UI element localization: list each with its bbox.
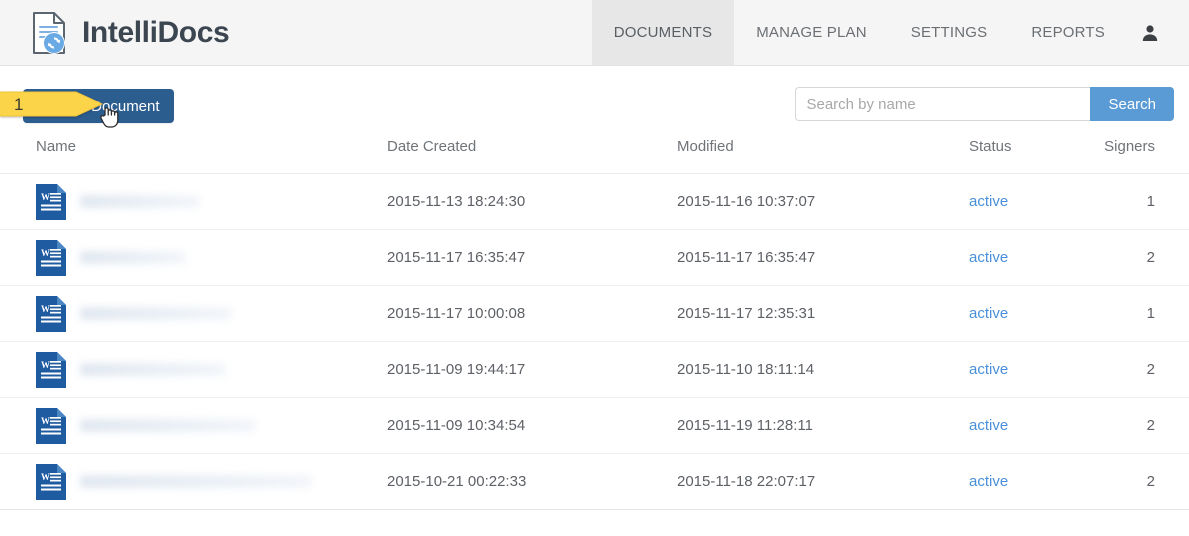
svg-text:W: W	[41, 304, 50, 314]
status-link[interactable]: active	[969, 305, 1008, 322]
document-name-redacted	[80, 251, 186, 264]
table-header-row: Name Date Created Modified Status Signer…	[0, 138, 1189, 174]
word-document-icon: W	[36, 407, 66, 444]
cell-date-created: 2015-11-17 16:35:47	[387, 229, 677, 286]
cell-document-name[interactable]: W	[0, 229, 387, 286]
search-group: Search	[795, 87, 1174, 121]
document-name-redacted	[80, 475, 312, 488]
svg-text:W: W	[41, 416, 50, 426]
brand-logo-area[interactable]: IntelliDocs	[0, 0, 230, 65]
brand-name: IntelliDocs	[82, 15, 230, 49]
table-row[interactable]: W 2015-11-09 10:34:54 2015-11-19 11:28:11…	[0, 397, 1189, 454]
cell-date-created: 2015-11-13 18:24:30	[387, 173, 677, 230]
cell-date-created: 2015-10-21 00:22:33	[387, 453, 677, 510]
word-document-icon: W	[36, 351, 66, 388]
cell-status[interactable]: active	[969, 229, 1079, 286]
cell-date-created: 2015-11-09 10:34:54	[387, 397, 677, 454]
table-header: Name Date Created Modified Status Signer…	[0, 138, 1189, 174]
cell-date-created: 2015-11-09 19:44:17	[387, 341, 677, 398]
cell-signers: 1	[1079, 173, 1189, 230]
nav-item-reports[interactable]: REPORTS	[1009, 0, 1127, 65]
table-row[interactable]: W 2015-10-21 00:22:33 2015-11-18 22:07:17…	[0, 453, 1189, 510]
cell-modified: 2015-11-10 18:11:14	[677, 341, 969, 398]
svg-text:W: W	[41, 360, 50, 370]
nav-item-settings[interactable]: SETTINGS	[889, 0, 1010, 65]
column-header-name[interactable]: Name	[0, 138, 387, 174]
documents-toolbar: New Document Search	[0, 66, 1189, 138]
cell-document-name[interactable]: W	[0, 453, 387, 510]
word-document-icon: W	[36, 239, 66, 276]
new-document-label: New Document	[57, 97, 160, 115]
documents-page: IntelliDocs DOCUMENTS MANAGE PLAN SETTIN…	[0, 0, 1189, 536]
cell-signers: 2	[1079, 341, 1189, 398]
cell-document-name[interactable]: W	[0, 285, 387, 342]
nav-links: DOCUMENTS MANAGE PLAN SETTINGS REPORTS	[591, 0, 1189, 65]
new-document-button[interactable]: New Document	[23, 89, 174, 123]
cell-status[interactable]: active	[969, 453, 1079, 510]
table-body: W 2015-11-13 18:24:30 2015-11-16 10:37:07…	[0, 173, 1189, 510]
table-row[interactable]: W 2015-11-17 10:00:08 2015-11-17 12:35:31…	[0, 285, 1189, 342]
table-row[interactable]: W 2015-11-17 16:35:47 2015-11-17 16:35:47…	[0, 229, 1189, 286]
status-link[interactable]: active	[969, 249, 1008, 266]
word-document-icon: W	[36, 295, 66, 332]
svg-text:W: W	[41, 472, 50, 482]
cell-date-created: 2015-11-17 10:00:08	[387, 285, 677, 342]
table-row[interactable]: W 2015-11-13 18:24:30 2015-11-16 10:37:07…	[0, 173, 1189, 230]
cell-signers: 1	[1079, 285, 1189, 342]
cell-signers: 2	[1079, 397, 1189, 454]
word-document-icon: W	[36, 183, 66, 220]
nav-item-manage-plan[interactable]: MANAGE PLAN	[734, 0, 889, 65]
cell-modified: 2015-11-18 22:07:17	[677, 453, 969, 510]
search-input[interactable]	[795, 87, 1091, 121]
document-name-redacted	[80, 363, 226, 376]
cell-status[interactable]: active	[969, 285, 1079, 342]
search-button[interactable]: Search	[1090, 87, 1174, 121]
cell-modified: 2015-11-16 10:37:07	[677, 173, 969, 230]
cell-signers: 2	[1079, 453, 1189, 510]
documents-table-wrapper: Name Date Created Modified Status Signer…	[0, 138, 1189, 510]
word-document-icon: W	[36, 463, 66, 500]
new-document-icon	[35, 95, 50, 117]
svg-text:W: W	[41, 192, 50, 202]
cell-status[interactable]: active	[969, 397, 1079, 454]
document-name-redacted	[80, 419, 256, 432]
cell-signers: 2	[1079, 229, 1189, 286]
status-link[interactable]: active	[969, 417, 1008, 434]
status-link[interactable]: active	[969, 193, 1008, 210]
cell-document-name[interactable]: W	[0, 397, 387, 454]
cell-modified: 2015-11-19 11:28:11	[677, 397, 969, 454]
cell-modified: 2015-11-17 16:35:47	[677, 229, 969, 286]
documents-table: Name Date Created Modified Status Signer…	[0, 138, 1189, 510]
top-navigation-bar: IntelliDocs DOCUMENTS MANAGE PLAN SETTIN…	[0, 0, 1189, 66]
cell-status[interactable]: active	[969, 341, 1079, 398]
status-link[interactable]: active	[969, 361, 1008, 378]
document-sync-icon	[30, 10, 72, 56]
status-link[interactable]: active	[969, 473, 1008, 490]
cell-document-name[interactable]: W	[0, 173, 387, 230]
user-avatar-icon[interactable]	[1127, 0, 1175, 65]
cell-status[interactable]: active	[969, 173, 1079, 230]
column-header-status[interactable]: Status	[969, 138, 1079, 174]
document-name-redacted	[80, 195, 200, 208]
column-header-date-created[interactable]: Date Created	[387, 138, 677, 174]
column-header-modified[interactable]: Modified	[677, 138, 969, 174]
cell-modified: 2015-11-17 12:35:31	[677, 285, 969, 342]
column-header-signers[interactable]: Signers	[1079, 138, 1189, 174]
table-row[interactable]: W 2015-11-09 19:44:17 2015-11-10 18:11:14…	[0, 341, 1189, 398]
document-name-redacted	[80, 307, 232, 320]
svg-text:W: W	[41, 248, 50, 258]
nav-item-documents[interactable]: DOCUMENTS	[591, 0, 735, 65]
cell-document-name[interactable]: W	[0, 341, 387, 398]
